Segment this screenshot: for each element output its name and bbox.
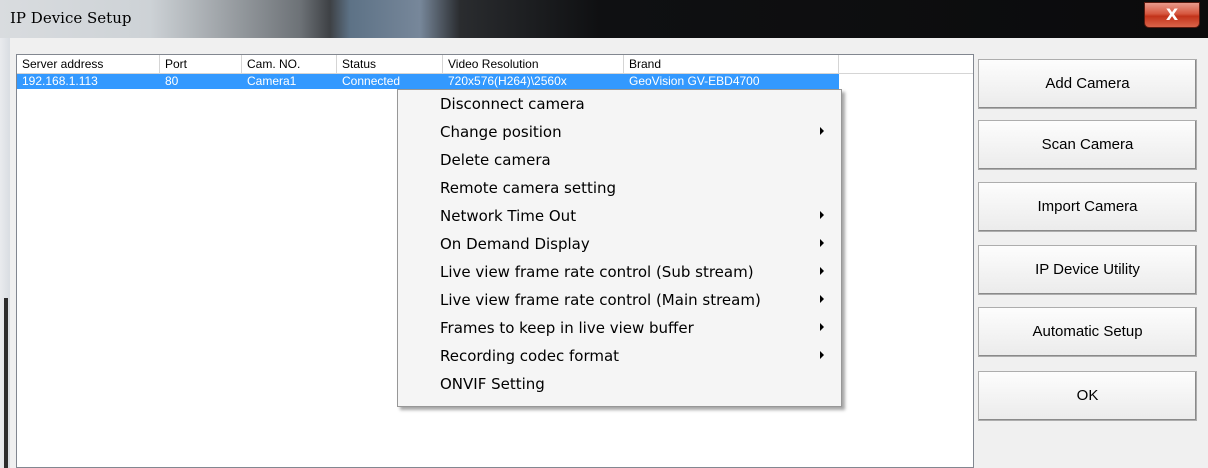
menu-item-on-demand-display[interactable]: On Demand Display (398, 231, 841, 259)
column-header-status[interactable]: Status (337, 55, 443, 73)
close-icon: X (1165, 5, 1179, 24)
cell-video-resolution: 720x576(H264)\2560x (448, 74, 567, 88)
menu-item-label: Recording codec format (440, 347, 620, 365)
scan-camera-button[interactable]: Scan Camera (978, 120, 1197, 170)
menu-item-network-time-out[interactable]: Network Time Out (398, 203, 841, 231)
ip-device-setup-window: IP Device Setup X Server address Port Ca… (0, 0, 1208, 468)
menu-item-delete-camera[interactable]: Delete camera (398, 147, 841, 175)
import-camera-button[interactable]: Import Camera (978, 182, 1197, 232)
menu-item-frames-to-keep[interactable]: Frames to keep in live view buffer (398, 315, 841, 343)
button-label: Automatic Setup (1032, 323, 1143, 340)
context-menu: Disconnect camera Change position Delete… (397, 89, 842, 407)
submenu-arrow-icon (820, 239, 824, 247)
window-left-border (0, 38, 10, 468)
column-header-cam-no[interactable]: Cam. NO. (242, 55, 337, 73)
cell-server-address: 192.168.1.113 (22, 74, 98, 88)
window-title: IP Device Setup (10, 9, 132, 27)
menu-item-change-position[interactable]: Change position (398, 119, 841, 147)
submenu-arrow-icon (820, 211, 824, 219)
submenu-arrow-icon (820, 295, 824, 303)
menu-item-live-view-main-stream[interactable]: Live view frame rate control (Main strea… (398, 287, 841, 315)
button-label: IP Device Utility (1035, 261, 1140, 278)
cell-port: 80 (165, 74, 179, 88)
menu-item-onvif-setting[interactable]: ONVIF Setting (398, 371, 841, 399)
submenu-arrow-icon (820, 323, 824, 331)
menu-item-label: Live view frame rate control (Sub stream… (440, 263, 754, 281)
cell-cam-no: Camera1 (247, 74, 297, 88)
close-button[interactable]: X (1144, 2, 1200, 28)
menu-item-label: Network Time Out (440, 207, 577, 225)
menu-item-live-view-sub-stream[interactable]: Live view frame rate control (Sub stream… (398, 259, 841, 287)
cell-status: Connected (342, 74, 401, 88)
column-header-server-address[interactable]: Server address (17, 55, 160, 73)
ok-button[interactable]: OK (978, 371, 1197, 421)
column-header-brand[interactable]: Brand (624, 55, 839, 73)
menu-item-label: Change position (440, 123, 562, 141)
button-label: Add Camera (1045, 75, 1130, 92)
button-label: Import Camera (1037, 198, 1138, 215)
menu-item-recording-codec-format[interactable]: Recording codec format (398, 343, 841, 371)
submenu-arrow-icon (820, 127, 824, 135)
automatic-setup-button[interactable]: Automatic Setup (978, 307, 1197, 357)
column-header-video-resolution[interactable]: Video Resolution (443, 55, 624, 73)
submenu-arrow-icon (820, 267, 824, 275)
submenu-arrow-icon (820, 351, 824, 359)
button-label: OK (1076, 387, 1099, 404)
menu-item-label: ONVIF Setting (440, 375, 545, 393)
menu-item-label: Live view frame rate control (Main strea… (440, 291, 761, 309)
menu-item-remote-camera-setting[interactable]: Remote camera setting (398, 175, 841, 203)
add-camera-button[interactable]: Add Camera (978, 59, 1197, 109)
menu-item-disconnect-camera[interactable]: Disconnect camera (398, 91, 841, 119)
menu-item-label: Delete camera (440, 151, 551, 169)
column-header-port[interactable]: Port (160, 55, 242, 73)
menu-item-label: Remote camera setting (440, 179, 617, 197)
cell-brand: GeoVision GV-EBD4700 (629, 74, 760, 88)
title-bar[interactable]: IP Device Setup X (0, 0, 1208, 38)
menu-item-label: Disconnect camera (440, 95, 585, 113)
menu-item-label: On Demand Display (440, 235, 590, 253)
button-label: Scan Camera (1041, 136, 1134, 153)
table-row[interactable]: 192.168.1.113 80 Camera1 Connected 720x5… (17, 74, 839, 89)
menu-item-label: Frames to keep in live view buffer (440, 319, 694, 337)
ip-device-utility-button[interactable]: IP Device Utility (978, 245, 1197, 295)
list-header: Server address Port Cam. NO. Status Vide… (17, 55, 973, 74)
